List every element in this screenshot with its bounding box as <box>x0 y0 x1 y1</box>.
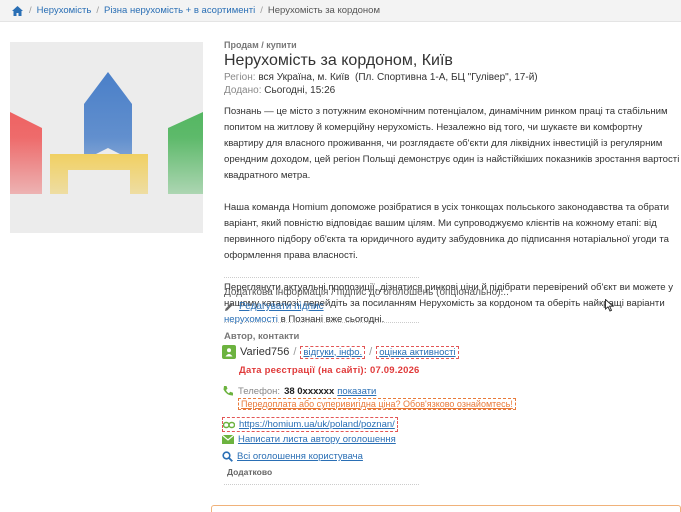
divider <box>224 277 419 278</box>
breadcrumb-link-realty[interactable]: Нерухомість <box>37 5 92 16</box>
search-icon <box>222 451 233 462</box>
home-icon[interactable] <box>10 4 24 18</box>
breadcrumb-separator: / <box>260 5 263 16</box>
phone-icon <box>223 386 233 396</box>
author-username[interactable]: Varied756 <box>240 346 289 358</box>
activity-rating-link[interactable]: оцінка активності <box>376 345 459 359</box>
bottom-panel <box>211 505 681 512</box>
prepayment-warning-link[interactable]: Передоплата або суперивигідна ціна? Обов… <box>238 398 516 410</box>
breadcrumb-separator: / <box>96 5 99 16</box>
envelope-icon <box>222 435 234 444</box>
listing-image[interactable] <box>10 42 203 233</box>
author-row: Varied756 / відгуки, інфо. / оцінка акти… <box>222 345 459 359</box>
registration-date: Дата реєстрації (на сайті): 07.09.2026 <box>239 365 420 376</box>
description-paragraph: Познань — це місто з потужним економічни… <box>224 106 680 181</box>
show-phone-link[interactable]: показати <box>337 386 376 397</box>
website-row: https://homium.ua/uk/poland/poznan/ <box>222 417 398 432</box>
pencil-icon <box>225 302 233 311</box>
listing-category: Продам / купити <box>224 40 297 50</box>
divider <box>224 322 419 323</box>
additional-label: Додатково <box>227 467 273 477</box>
listing-region: Регіон: вся Україна, м. Київ (Пл. Спорти… <box>224 72 538 83</box>
breadcrumb-link-various[interactable]: Різна нерухомість + в асортименті <box>104 5 255 16</box>
website-link[interactable]: https://homium.ua/uk/poland/poznan/ <box>239 419 395 430</box>
all-ads-row: Всі оголошення користувача <box>222 451 363 462</box>
user-icon <box>222 345 236 359</box>
listing-added: Додано: Сьогодні, 15:26 <box>224 85 336 96</box>
write-letter-link[interactable]: Написати листа автору оголошення <box>238 434 396 445</box>
write-letter-row: Написати листа автору оголошення <box>222 434 396 445</box>
listing-title: Нерухомість за кордоном, Київ <box>224 52 453 69</box>
realty-inline-link[interactable]: нерухомості <box>224 314 278 325</box>
edit-signature-link[interactable]: Редагувати підпис <box>224 301 324 312</box>
phone-number: 38 0xxxxxx <box>284 385 335 397</box>
mouse-cursor-icon <box>605 298 615 315</box>
extra-info: Додаткова інформація / підпис до оголоше… <box>224 287 509 298</box>
homium-logo <box>10 42 203 233</box>
breadcrumb-current: Нерухомість за кордоном <box>267 5 380 16</box>
phone-row: Телефон: 38 0xxxxxx показати <box>222 385 376 397</box>
breadcrumb: / Нерухомість / Різна нерухомість + в ас… <box>0 0 681 22</box>
reviews-link[interactable]: відгуки, інфо. <box>300 345 366 359</box>
divider <box>224 484 419 485</box>
breadcrumb-separator: / <box>29 5 32 16</box>
link-icon <box>223 421 235 428</box>
author-header: Автор, контакти <box>224 331 300 342</box>
description-paragraph: Наша команда Homium допоможе розібратися… <box>224 202 669 261</box>
all-ads-link[interactable]: Всі оголошення користувача <box>237 451 363 462</box>
